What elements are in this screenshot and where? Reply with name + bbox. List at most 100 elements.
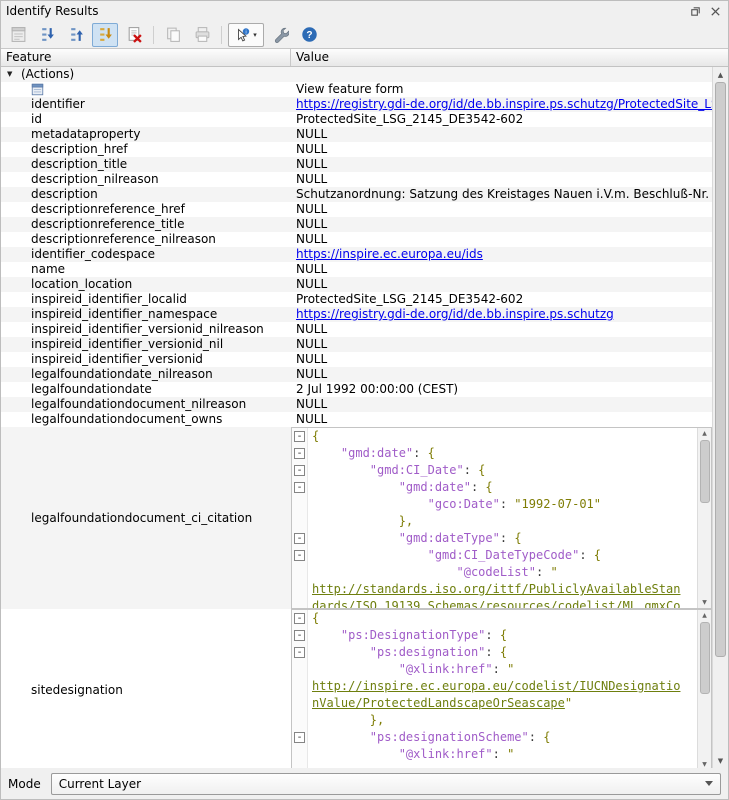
value-text: NULL — [296, 352, 327, 366]
expand-new-results-toggle[interactable] — [92, 23, 118, 47]
table-row[interactable]: description_titleNULL — [1, 157, 712, 172]
table-row[interactable]: inspireid_identifier_versionid_nilNULL — [1, 337, 712, 352]
scroll-up-icon[interactable]: ▲ — [702, 610, 707, 621]
table-row[interactable]: description_hrefNULL — [1, 142, 712, 157]
fold-collapse-icon[interactable]: - — [294, 448, 305, 459]
scroll-thumb[interactable] — [700, 622, 710, 694]
toolbar-separator — [221, 26, 222, 44]
svg-text:?: ? — [306, 30, 312, 41]
table-row[interactable]: inspireid_identifier_versionid_nilreason… — [1, 322, 712, 337]
value-link[interactable]: https://inspire.ec.europa.eu/ids — [296, 247, 483, 261]
code-area: { "gmd:date": { "gmd:CI_Date": { "gmd:da… — [308, 428, 697, 608]
table-row[interactable]: legalfoundationdate2 Jul 1992 00:00:00 (… — [1, 382, 712, 397]
editor-scrollbar[interactable]: ▲▼ — [697, 428, 711, 608]
fold-collapse-icon[interactable]: - — [294, 533, 305, 544]
action-label[interactable]: View feature form — [296, 82, 403, 96]
fold-margin[interactable]: - - - - - - — [292, 428, 308, 608]
json-code-editor[interactable]: - - - - - -{ "gmd:date": { "gmd:CI_Date": { "… — [291, 427, 712, 609]
table-row-editor[interactable]: legalfoundationdocument_ci_citation-----… — [1, 427, 712, 609]
scroll-up-icon[interactable]: ▲ — [702, 428, 707, 439]
table-row[interactable]: legalfoundationdocument_nilreason NULL — [1, 397, 712, 412]
settings-button[interactable] — [267, 23, 293, 47]
value-text: NULL — [296, 397, 327, 411]
table-row[interactable]: location_locationNULL — [1, 277, 712, 292]
json-code-editor[interactable]: ----{ "ps:DesignationType": { "ps:design… — [291, 609, 712, 768]
table-row[interactable]: metadatapropertyNULL — [1, 127, 712, 142]
column-header-value[interactable]: Value — [291, 49, 728, 66]
scroll-down-icon[interactable]: ▼ — [702, 597, 707, 608]
chevron-down-icon — [705, 781, 713, 786]
feature-name: inspireid_identifier_versionid_nilreason — [31, 322, 264, 337]
feature-form-icon — [31, 83, 44, 96]
scroll-thumb[interactable] — [715, 82, 726, 657]
collapse-tree-icon — [68, 26, 85, 43]
feature-name: inspireid_identifier_versionid — [31, 352, 203, 367]
table-row[interactable]: legalfoundationdocument_ownsNULL — [1, 412, 712, 427]
editor-scrollbar[interactable]: ▲▼ — [697, 610, 711, 768]
results-rows: ▼(Actions)View feature form identifier htt… — [1, 67, 712, 768]
table-row[interactable]: description_nilreasonNULL — [1, 172, 712, 187]
print-button[interactable] — [189, 23, 215, 47]
float-button[interactable] — [687, 3, 703, 19]
mode-label: Mode — [8, 777, 41, 791]
table-row[interactable]: descriptionreference_hrefNULL — [1, 202, 712, 217]
feature-name: identifier — [31, 97, 85, 112]
mode-bar: Mode Current Layer — [1, 768, 728, 799]
table-row[interactable]: View feature form — [1, 82, 712, 97]
scroll-down-icon[interactable]: ▼ — [702, 759, 707, 768]
value-text: NULL — [296, 157, 327, 171]
feature-name: identifier_codespace — [31, 247, 155, 262]
mode-value: Current Layer — [59, 777, 141, 791]
fold-collapse-icon[interactable]: - — [294, 630, 305, 641]
feature-name: legalfoundationdocument_nilreason — [31, 397, 246, 412]
fold-collapse-icon[interactable]: - — [294, 465, 305, 476]
fold-collapse-icon[interactable]: - — [294, 647, 305, 658]
open-form-button[interactable] — [5, 23, 31, 47]
value-link[interactable]: https://registry.gdi-de.org/id/de.bb.ins… — [296, 307, 614, 321]
close-button[interactable] — [707, 3, 723, 19]
table-row[interactable]: identifier_codespace https://inspire.ec.e… — [1, 247, 712, 262]
collapse-tree-button[interactable] — [63, 23, 89, 47]
table-row[interactable]: inspireid_identifier_versionid NULL — [1, 352, 712, 367]
scroll-up-icon[interactable]: ▲ — [713, 67, 728, 82]
help-button[interactable]: ? — [296, 23, 322, 47]
fold-collapse-icon[interactable]: - — [294, 550, 305, 561]
table-row[interactable]: nameNULL — [1, 262, 712, 277]
table-row[interactable]: inspireid_identifier_localidProtectedSit… — [1, 292, 712, 307]
results-grid: Feature Value ▼(Actions)View feature for… — [1, 48, 728, 768]
clear-results-icon — [126, 26, 143, 43]
open-form-icon — [10, 26, 27, 43]
vertical-scrollbar[interactable]: ▲ ▼ — [712, 67, 728, 768]
table-row[interactable]: idProtectedSite_LSG_2145_DE3542-602 — [1, 112, 712, 127]
clear-results-button[interactable] — [121, 23, 147, 47]
expand-new-results-icon — [97, 26, 114, 43]
expand-tree-button[interactable] — [34, 23, 60, 47]
expand-tree-icon — [39, 26, 56, 43]
mode-combobox[interactable]: Current Layer — [51, 773, 721, 795]
fold-margin[interactable]: - - - - — [292, 610, 308, 768]
scroll-down-icon[interactable]: ▼ — [713, 753, 728, 768]
fold-collapse-icon[interactable]: - — [294, 613, 305, 624]
table-row[interactable]: ▼(Actions) — [1, 67, 712, 82]
value-text: NULL — [296, 202, 327, 216]
value-link[interactable]: https://registry.gdi-de.org/id/de.bb.ins… — [296, 97, 712, 111]
table-row[interactable]: descriptionreference_nilreasonNULL — [1, 232, 712, 247]
fold-collapse-icon[interactable]: - — [294, 431, 305, 442]
identify-mode-dropdown[interactable]: i ▾ — [228, 23, 264, 47]
table-row-editor[interactable]: sitedesignation----{ "ps:DesignationType… — [1, 609, 712, 768]
table-row[interactable]: identifier https://registry.gdi-de.org/id… — [1, 97, 712, 112]
table-row[interactable]: inspireid_identifier_namespacehttps://re… — [1, 307, 712, 322]
fold-collapse-icon[interactable]: - — [294, 482, 305, 493]
table-row[interactable]: descriptionSchutzanordnung: Satzung des … — [1, 187, 712, 202]
help-icon: ? — [301, 26, 318, 43]
copy-feature-button[interactable] — [160, 23, 186, 47]
expand-arrow-icon[interactable]: ▼ — [7, 67, 21, 82]
value-text: NULL — [296, 412, 327, 426]
table-row[interactable]: legalfoundationdate_nilreasonNULL — [1, 367, 712, 382]
scroll-thumb[interactable] — [700, 440, 710, 503]
column-header-feature[interactable]: Feature — [1, 49, 291, 66]
fold-collapse-icon[interactable]: - — [294, 732, 305, 743]
table-row[interactable]: descriptionreference_titleNULL — [1, 217, 712, 232]
value-text: NULL — [296, 172, 327, 186]
print-icon — [194, 26, 211, 43]
